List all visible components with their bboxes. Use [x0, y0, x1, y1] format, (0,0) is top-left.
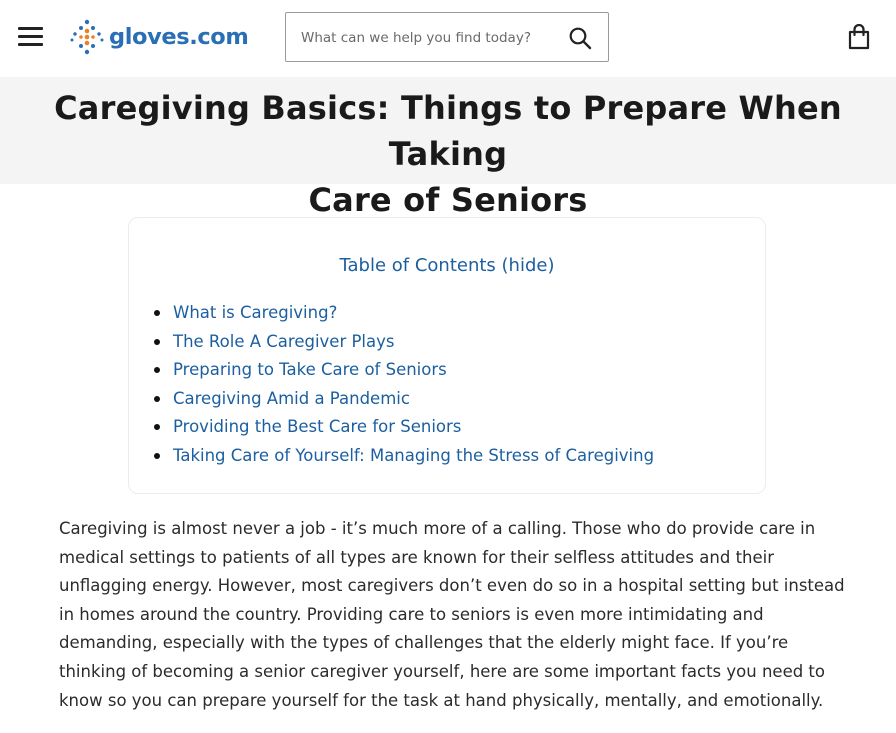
- toc-link-taking-care-of-yourself[interactable]: Taking Care of Yourself: Managing the St…: [173, 446, 654, 465]
- shopping-bag-icon[interactable]: [848, 23, 870, 50]
- page-title: Caregiving Basics: Things to Prepare Whe…: [10, 85, 886, 223]
- toc-hide-toggle[interactable]: (hide): [502, 255, 555, 276]
- toc-item: What is Caregiving?: [153, 302, 654, 331]
- toc-item: Providing the Best Care for Seniors: [153, 416, 654, 445]
- logo-dots-icon: [70, 19, 104, 55]
- toc-link-providing-best-care[interactable]: Providing the Best Care for Seniors: [173, 417, 461, 436]
- toc-heading: Table of Contents (hide): [129, 255, 765, 276]
- title-band: Caregiving Basics: Things to Prepare Whe…: [0, 77, 896, 219]
- search-input[interactable]: [301, 25, 551, 51]
- toc-link-preparing-to-take-care[interactable]: Preparing to Take Care of Seniors: [173, 360, 447, 379]
- toc-link-caregiving-amid-pandemic[interactable]: Caregiving Amid a Pandemic: [173, 389, 410, 408]
- intro-paragraph: Caregiving is almost never a job - it’s …: [59, 519, 845, 710]
- page-title-line-2: Care of Seniors: [308, 181, 588, 219]
- hamburger-menu-icon[interactable]: [18, 26, 44, 46]
- toc-item: Preparing to Take Care of Seniors: [153, 359, 654, 388]
- toc-item: The Role A Caregiver Plays: [153, 331, 654, 360]
- logo-text: gloves.com: [109, 24, 249, 50]
- search-icon[interactable]: [568, 26, 592, 50]
- search-box: [285, 12, 609, 62]
- toc-link-role-of-caregiver[interactable]: The Role A Caregiver Plays: [173, 332, 394, 351]
- site-logo[interactable]: gloves.com: [70, 19, 249, 55]
- table-of-contents: Table of Contents (hide) What is Caregiv…: [128, 217, 766, 494]
- page-title-line-1: Caregiving Basics: Things to Prepare Whe…: [54, 89, 842, 173]
- toc-title: Table of Contents: [339, 255, 496, 276]
- toc-item: Caregiving Amid a Pandemic: [153, 388, 654, 417]
- toc-item: Taking Care of Yourself: Managing the St…: [153, 445, 654, 474]
- toc-list: What is Caregiving? The Role A Caregiver…: [153, 302, 654, 474]
- site-header: gloves.com: [0, 0, 896, 77]
- toc-link-what-is-caregiving[interactable]: What is Caregiving?: [173, 303, 337, 322]
